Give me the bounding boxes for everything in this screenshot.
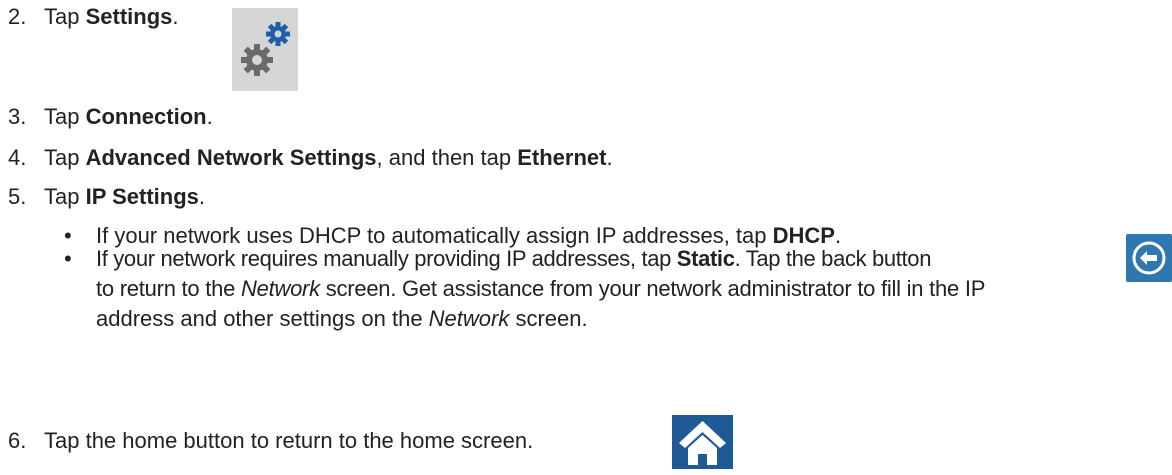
step-text-bold: Ethernet <box>517 145 607 170</box>
bullet-text-pre: If your network uses DHCP to automatical… <box>96 223 773 248</box>
step-text: Tap Advanced Network Settings, and then … <box>44 145 613 171</box>
step-number: 3. <box>8 104 27 129</box>
step-number: 4. <box>8 145 27 170</box>
step-text-post: . <box>606 145 613 170</box>
step-text-pre: Tap <box>44 4 86 29</box>
step-text-mid: , and then tap <box>376 145 518 170</box>
bullet-glyph: • <box>64 246 72 271</box>
step-text-post: . <box>172 4 179 29</box>
step-text-bold: Connection <box>85 104 207 129</box>
bullet-text-line2: to return to the Network screen. Get ass… <box>96 276 985 302</box>
step-text: Tap Connection. <box>44 104 213 130</box>
bullet-text-line1: If your network requires manually provid… <box>96 246 931 272</box>
step-text-bold: Settings <box>85 4 173 29</box>
bullet-text-bold: Static <box>676 246 735 271</box>
back-arrow-icon <box>1126 234 1172 282</box>
step-text-pre: Tap <box>44 104 86 129</box>
step-text-bold: IP Settings <box>85 184 199 209</box>
bullet-text-pre: address and other settings on the <box>96 306 429 331</box>
step-number: 6. <box>8 428 27 453</box>
bullet-text-italic: Network <box>240 276 320 301</box>
bullet-text-post: . <box>834 223 842 248</box>
bullet-text-italic: Network <box>428 306 510 331</box>
step-text-bold: Advanced Network Settings <box>85 145 377 170</box>
step-text-pre: Tap <box>44 184 86 209</box>
home-icon <box>672 415 733 469</box>
step-text: Tap Settings. <box>44 4 179 30</box>
step-number: 5. <box>8 184 27 209</box>
step-text-pre: Tap <box>44 145 86 170</box>
bullet-text-line3: address and other settings on the Networ… <box>96 306 588 332</box>
bullet-text-post: screen. Get assistance from your network… <box>319 276 986 301</box>
step-number: 2. <box>8 4 27 29</box>
step-text-post: . <box>198 184 206 209</box>
bullet-text-pre: If your network requires manually provid… <box>96 246 677 271</box>
bullet-text-pre: to return to the <box>96 276 241 301</box>
step-text-post: . <box>206 104 213 129</box>
bullet-text-post: screen. <box>509 306 588 331</box>
settings-gears-icon <box>232 8 298 91</box>
step-text: Tap the home button to return to the hom… <box>44 428 534 453</box>
step-text: Tap IP Settings. <box>44 184 205 210</box>
bullet-text-bold: DHCP <box>772 223 835 248</box>
bullet-text-post: . Tap the back button <box>734 246 932 271</box>
